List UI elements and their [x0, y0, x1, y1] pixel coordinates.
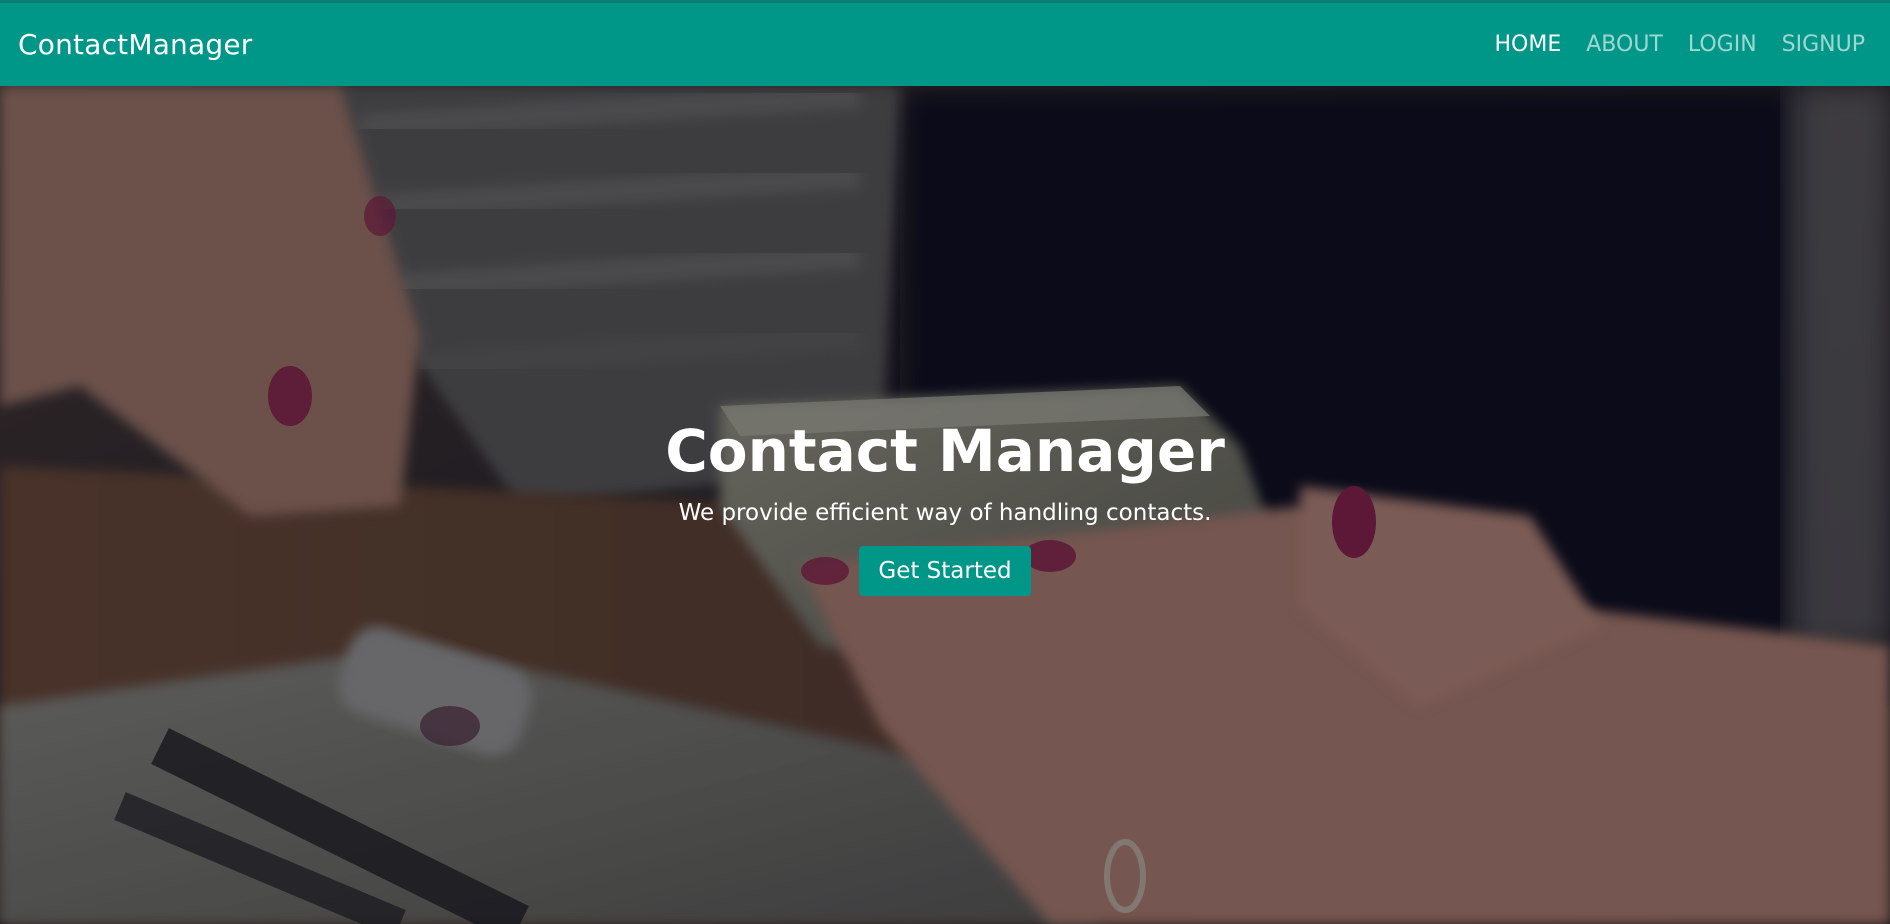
nav-link-about[interactable]: ABOUT — [1586, 32, 1663, 57]
hero-section: Contact Manager We provide efficient way… — [0, 86, 1890, 924]
hero-subtitle: We provide efficient way of handling con… — [678, 499, 1212, 526]
get-started-button[interactable]: Get Started — [859, 545, 1031, 596]
top-navbar: ContactManager HOME ABOUT LOGIN SIGNUP — [0, 0, 1890, 86]
hero-title: Contact Manager — [665, 417, 1225, 485]
landing-page: ContactManager HOME ABOUT LOGIN SIGNUP C… — [0, 0, 1890, 924]
nav-link-login[interactable]: LOGIN — [1688, 32, 1757, 57]
brand-link[interactable]: ContactManager — [18, 28, 252, 61]
hero-inner: Contact Manager We provide efficient way… — [0, 417, 1890, 596]
nav-link-signup[interactable]: SIGNUP — [1782, 32, 1865, 57]
nav-links: HOME ABOUT LOGIN SIGNUP — [1470, 32, 1866, 57]
nav-link-home[interactable]: HOME — [1495, 32, 1562, 57]
